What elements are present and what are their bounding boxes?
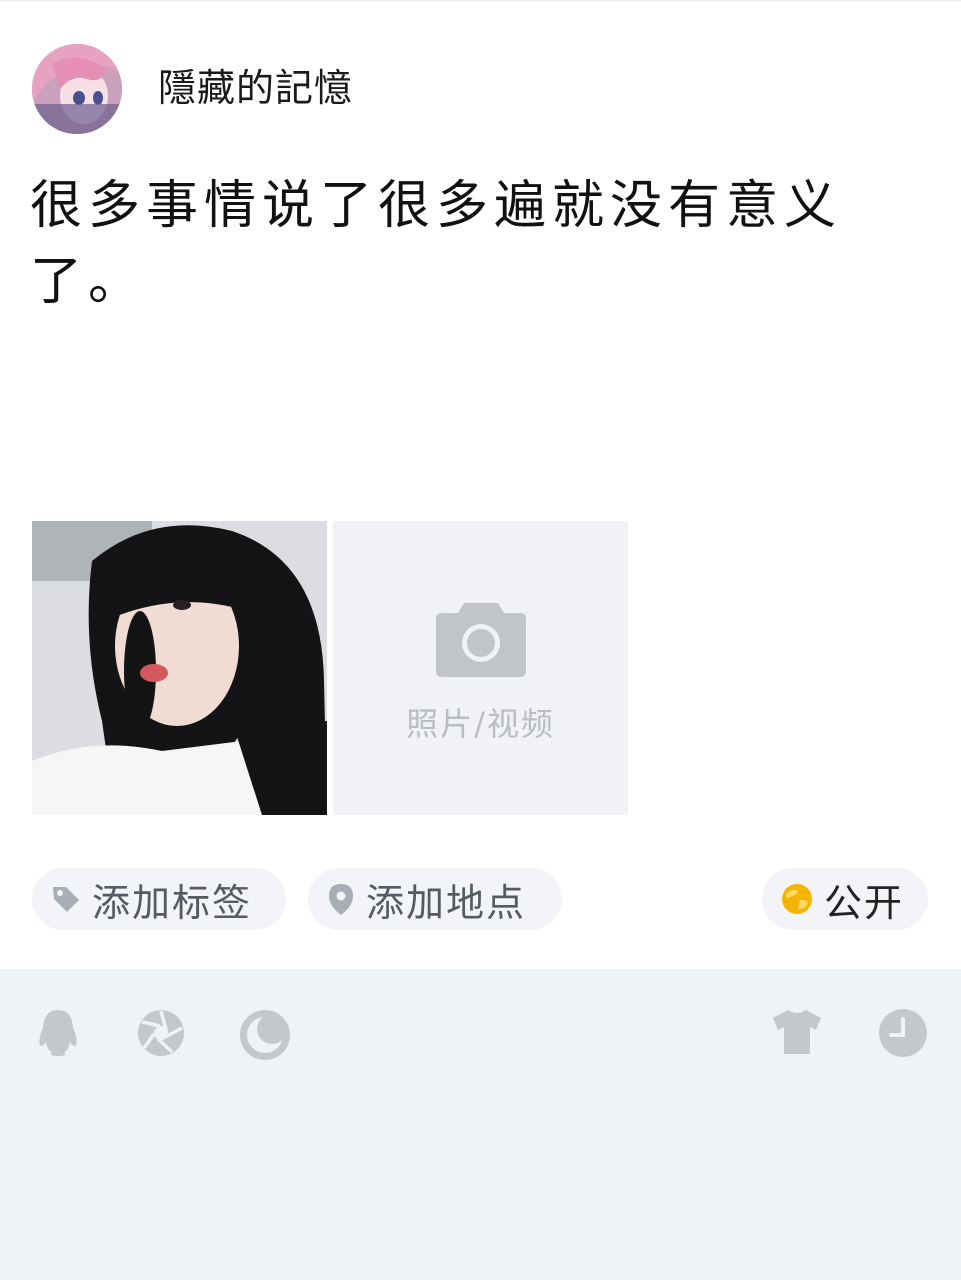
add-media-label: 照片/视频 — [406, 705, 555, 743]
shirt-icon[interactable] — [772, 1008, 822, 1056]
top-divider — [0, 0, 961, 2]
clock-icon[interactable] — [878, 1008, 928, 1058]
photo-image — [32, 521, 327, 815]
tag-icon — [53, 887, 79, 912]
add-location-label: 添加地点 — [366, 880, 527, 925]
camera-icon — [436, 603, 526, 677]
avatar[interactable] — [32, 44, 122, 134]
location-pin-icon — [329, 884, 353, 915]
username[interactable]: 隱藏的記憶 — [158, 62, 353, 114]
photo-thumbnail[interactable] — [32, 521, 327, 815]
add-tag-button[interactable]: 添加标签 — [32, 868, 286, 930]
qq-icon[interactable] — [36, 1008, 80, 1058]
add-location-button[interactable]: 添加地点 — [308, 868, 562, 930]
add-photo-video-button[interactable]: 照片/视频 — [333, 521, 628, 815]
moon-icon[interactable] — [238, 1008, 292, 1062]
globe-icon — [782, 884, 812, 914]
camera-shutter-icon[interactable] — [136, 1008, 186, 1058]
post-text[interactable]: 很多事情说了很多遍就没有意义了。 — [30, 168, 910, 320]
visibility-label: 公开 — [824, 880, 905, 925]
add-tag-label: 添加标签 — [92, 880, 253, 925]
avatar-illustration — [32, 44, 122, 134]
visibility-button[interactable]: 公开 — [762, 868, 928, 930]
